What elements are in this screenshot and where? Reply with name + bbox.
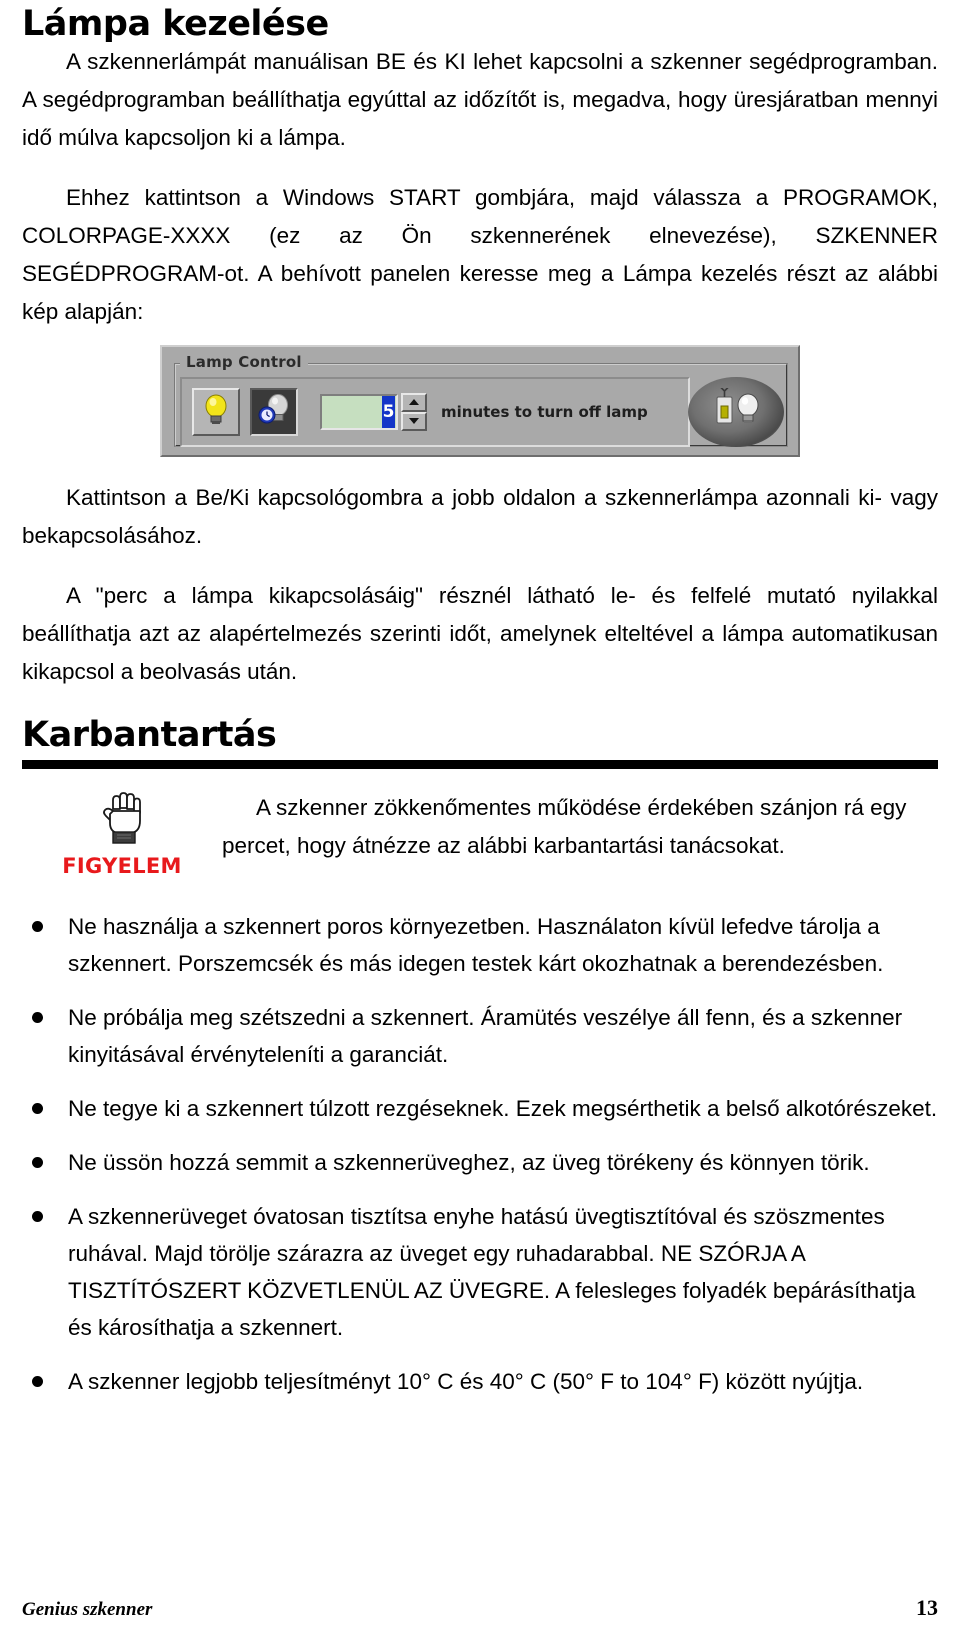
list-item-text: Ne próbálja meg szétszedni a szkennert. …	[68, 1004, 903, 1067]
lamp-onoff-button[interactable]	[688, 376, 784, 447]
lamp-on-button[interactable]	[192, 387, 240, 436]
list-item-text: Ne üssön hozzá semmit a szkennerüveghez,…	[68, 1149, 870, 1175]
document-page: Lámpa kezelése A szkennerlámpát manuális…	[0, 6, 960, 1639]
list-item-text: A szkennerüveget óvatosan tisztítsa enyh…	[68, 1203, 916, 1340]
switch-lightbulb-icon	[708, 386, 764, 435]
footer-document-name: Genius szkenner	[22, 1599, 153, 1620]
list-item-text: Ne tegye ki a szkennert túlzott rezgések…	[68, 1095, 938, 1121]
triangle-down-icon	[409, 418, 419, 425]
lamp-timer-input[interactable]: 5	[320, 393, 398, 430]
list-item-text: Ne használja a szkennert poros környezet…	[68, 913, 884, 976]
lightbulb-clock-icon	[256, 392, 292, 431]
page-title-maintenance: Karbantartás	[22, 714, 277, 755]
warning-block: FIGYELEM A szkenner zökkenőmentes működé…	[22, 783, 938, 878]
lamp-control-panel: Lamp Control 5 minutes to turn off lamp	[160, 344, 800, 457]
lamp-timer-decrement-button[interactable]	[401, 411, 427, 431]
triangle-up-icon	[409, 399, 419, 406]
list-item: Ne üssön hozzá semmit a szkennerüveghez,…	[22, 1144, 938, 1181]
list-item: Ne használja a szkennert poros környezet…	[22, 908, 938, 982]
list-item: Ne próbálja meg szétszedni a szkennert. …	[22, 999, 938, 1073]
lamp-control-figure: Lamp Control 5 minutes to turn off lamp	[22, 344, 938, 457]
heading-divider	[22, 759, 938, 769]
stop-hand-icon	[22, 785, 222, 852]
warning-text-line-1: A szkenner zökkenőmentes működése érdeké…	[256, 794, 907, 820]
warning-text: A szkenner zökkenőmentes működése érdeké…	[222, 783, 938, 865]
paragraph-onoff-instruction: Kattintson a Be/Ki kapcsológombra a jobb…	[22, 484, 938, 548]
bullet-icon	[32, 1102, 43, 1114]
bullet-icon	[32, 1011, 43, 1023]
lightbulb-yellow-icon	[202, 392, 230, 431]
paragraph-timer-instruction: A "perc a lámpa kikapcsolásáig" résznél …	[22, 582, 938, 684]
warning-label: FIGYELEM	[62, 853, 182, 878]
footer-page-number: 13	[916, 1595, 938, 1620]
lamp-timer-increment-button[interactable]	[401, 392, 427, 412]
list-item: A szkenner legjobb teljesítményt 10° C é…	[22, 1363, 938, 1400]
list-item: A szkennerüveget óvatosan tisztítsa enyh…	[22, 1198, 938, 1346]
bullet-icon	[32, 1375, 43, 1387]
warning-left-column: FIGYELEM	[22, 783, 222, 878]
list-item-text: A szkenner legjobb teljesítményt 10° C é…	[68, 1368, 864, 1394]
page-title-lamp: Lámpa kezelése	[22, 4, 329, 44]
maintenance-tips-list: Ne használja a szkennert poros környezet…	[22, 908, 938, 1400]
lamp-timer-value: 5	[382, 395, 395, 428]
lamp-control-title: Lamp Control	[180, 352, 308, 371]
warning-text-line-2: percet, hogy átnézze az alábbi karbantar…	[222, 832, 785, 858]
lamp-timer-label: minutes to turn off lamp	[441, 402, 648, 421]
list-item: Ne tegye ki a szkennert túlzott rezgések…	[22, 1090, 938, 1127]
paragraph-lamp-intro: A szkennerlámpát manuálisan BE és KI leh…	[22, 48, 938, 150]
lamp-timer-button[interactable]	[250, 387, 298, 436]
bullet-icon	[32, 1156, 43, 1168]
paragraph-lamp-steps: Ehhez kattintson a Windows START gombjár…	[22, 184, 938, 324]
bullet-icon	[32, 1210, 43, 1222]
page-footer: Genius szkenner 13	[22, 1595, 938, 1621]
bullet-icon	[32, 920, 43, 932]
lamp-timer-stepper[interactable]	[401, 392, 427, 431]
